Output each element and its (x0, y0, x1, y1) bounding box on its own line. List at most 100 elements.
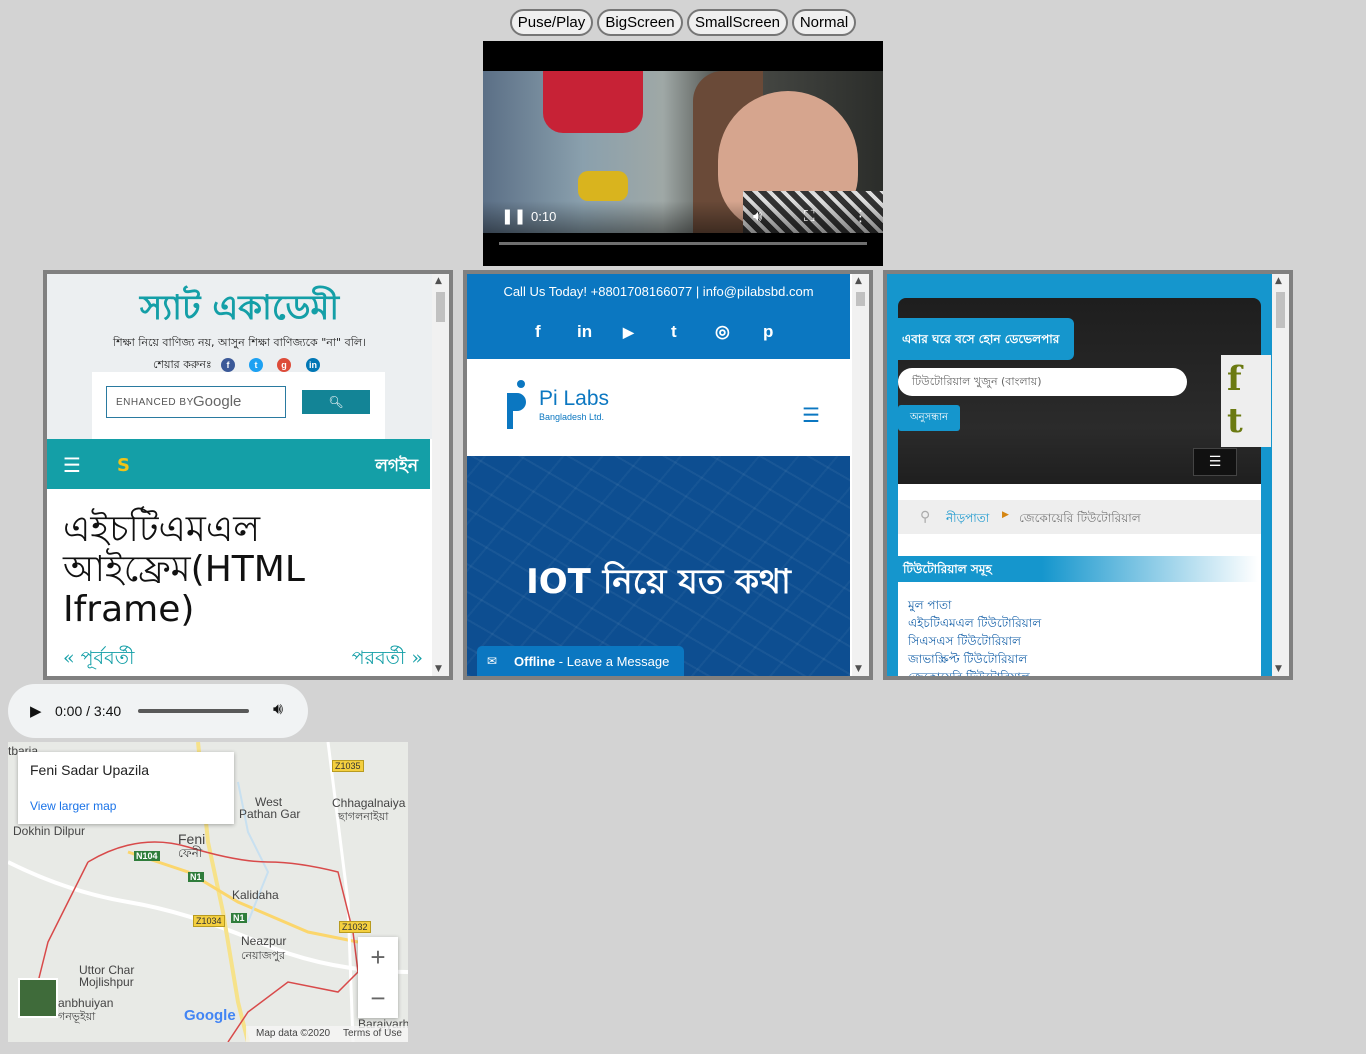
search-button[interactable]: 🔍︎ (302, 390, 370, 414)
iframe-tutorial-site[interactable]: এবার ঘরে বসে হোন ডেভেলপার টিউটোরিয়াল খু… (883, 270, 1293, 680)
map-label: ফেনী (178, 846, 203, 860)
video-scene-pants (543, 71, 643, 133)
menu-icon[interactable]: ☰ (802, 403, 820, 427)
main-content: ⚲ নীড়পাতা ▶ জেকোয়েরি টিউটোরিয়াল টিউটো… (898, 484, 1261, 676)
road-shield: N104 (134, 851, 160, 861)
map-attribution: Map data ©2020 Terms of Use (246, 1026, 408, 1042)
site-title: স্যাট একাডেমী (139, 288, 340, 328)
menu-icon[interactable]: ☰ (63, 453, 81, 477)
site-logo-icon[interactable]: S (117, 455, 130, 476)
volume-icon[interactable]: 🔊︎ (273, 701, 283, 719)
tutorial-link[interactable]: জাভাস্ক্রিপ্ট টিউটোরিয়াল (908, 650, 1041, 668)
brand-bar: Pi Labs Bangladesh Ltd. ☰ (467, 359, 850, 456)
instagram-icon[interactable]: ◎ (715, 322, 730, 342)
google-map[interactable]: tbaria West Pathan Gar Chhagalnaiya ছাগল… (8, 742, 408, 1042)
scrollbar[interactable]: ▲ ▼ (1272, 274, 1289, 676)
google-label: Google (193, 393, 242, 410)
small-screen-button[interactable]: SmallScreen (687, 9, 788, 36)
prev-link[interactable]: « পূর্ববর্তী (63, 644, 134, 676)
twitter-icon[interactable]: t (1227, 401, 1243, 441)
linkedin-icon[interactable]: in (577, 322, 592, 342)
scroll-thumb[interactable] (436, 292, 445, 322)
audio-time: 0:00 / 3:40 (55, 703, 122, 719)
road-shield: Z1034 (193, 915, 225, 927)
pause-play-button[interactable]: Puse/Play (510, 9, 593, 36)
chevron-right-icon: ▶ (1002, 510, 1009, 520)
video-scene-shoe (578, 171, 628, 201)
pi-labs-logo-icon[interactable] (501, 379, 529, 431)
tutorial-link[interactable]: সিএসএস টিউটোরিয়াল (908, 632, 1041, 650)
audio-seek-bar[interactable] (138, 709, 249, 713)
facebook-icon[interactable]: f (221, 358, 235, 372)
iframe-sat-academy[interactable]: স্যাট একাডেমী শিক্ষা নিয়ে বাণিজ্য নয়, … (43, 270, 453, 680)
map-label: Kalidaha (232, 888, 279, 902)
pause-icon[interactable]: ❚❚ (501, 207, 526, 225)
mail-icon: ✉ (487, 654, 498, 668)
terms-link[interactable]: Terms of Use (343, 1028, 402, 1039)
place-name: Feni Sadar Upazila (30, 762, 150, 778)
scroll-thumb[interactable] (1276, 292, 1285, 328)
scroll-up-icon[interactable]: ▲ (1275, 276, 1282, 286)
more-options-icon[interactable]: ⋮ (853, 207, 868, 225)
zoom-in-button[interactable]: + (358, 937, 398, 977)
pinterest-icon[interactable]: p (763, 322, 773, 342)
contact-bar: Call Us Today! +8801708166077 | info@pil… (467, 274, 850, 359)
scroll-thumb[interactable] (856, 292, 865, 306)
search-enhanced-label: ENHANCED BY (116, 397, 194, 408)
facebook-icon[interactable]: f (1227, 359, 1242, 399)
scrollbar[interactable]: ▲ ▼ (852, 274, 869, 676)
site-navbar: ☰ S লগইন (47, 439, 430, 489)
youtube-icon[interactable]: ▶ (623, 324, 634, 341)
twitter-icon[interactable]: t (249, 358, 263, 372)
audio-player[interactable]: ▶ 0:00 / 3:40 🔊︎ (8, 684, 308, 738)
iframe-pi-labs[interactable]: Call Us Today! +8801708166077 | info@pil… (463, 270, 873, 680)
tutorial-link[interactable]: জেকোয়েরি টিউটোরিয়াল (908, 668, 1041, 676)
map-label: Dokhin Dilpur (13, 824, 86, 838)
brand-name: Pi Labs (539, 387, 610, 410)
brand-subtitle: Bangladesh Ltd. (539, 412, 605, 422)
search-input[interactable]: ENHANCED BY Google (106, 386, 286, 418)
tutorial-link[interactable]: মুল পাতা (908, 596, 1041, 614)
hero-title: IOT নিয়ে যত কথা (526, 562, 791, 602)
google-plus-icon[interactable]: g (277, 358, 291, 372)
map-label: নেয়াজপুর (241, 950, 286, 962)
tutorial-link[interactable]: এইচটিএমএল টিউটোরিয়াল (908, 614, 1041, 632)
map-data-label: Map data ©2020 (256, 1028, 331, 1039)
search-button[interactable]: অনুসন্ধান (898, 405, 960, 431)
fullscreen-icon[interactable]: ⛶ (804, 207, 815, 225)
offline-chat-button[interactable]: ✉ Offline - Leave a Message (477, 646, 684, 676)
search-icon: 🔍︎ (328, 395, 344, 409)
scrollbar[interactable]: ▲ ▼ (432, 274, 449, 676)
scroll-up-icon[interactable]: ▲ (855, 276, 862, 286)
scroll-down-icon[interactable]: ▼ (435, 664, 442, 674)
play-icon[interactable]: ▶ (30, 702, 42, 720)
map-label: Neazpur (241, 934, 287, 948)
contact-info: Call Us Today! +8801708166077 | info@pil… (503, 284, 814, 299)
video-progress-bar[interactable] (499, 242, 867, 245)
satellite-toggle[interactable] (18, 978, 58, 1018)
map-label: ছাগলনাইয়া (338, 811, 389, 823)
scroll-down-icon[interactable]: ▼ (855, 664, 862, 674)
menu-icon[interactable]: ☰ (1193, 448, 1237, 476)
login-link[interactable]: লগইন (375, 453, 418, 481)
video-player[interactable]: ❚❚ 0:10 🔊︎ ⛶ ⋮ (483, 41, 883, 266)
next-link[interactable]: পরবর্তী » (352, 644, 423, 676)
zoom-out-button[interactable]: − (358, 978, 398, 1018)
twitter-icon[interactable]: t (671, 322, 677, 342)
view-larger-map-link[interactable]: View larger map (30, 799, 116, 813)
hero-banner: IOT নিয়ে যত কথা ✉ Offline - Leave a Mes… (467, 456, 850, 676)
scroll-up-icon[interactable]: ▲ (435, 276, 442, 286)
leave-message-label: - Leave a Message (555, 654, 670, 669)
map-label: Pathan Gar (239, 807, 301, 821)
linkedin-icon[interactable]: in (306, 358, 320, 372)
scroll-down-icon[interactable]: ▼ (1275, 664, 1282, 674)
section-title: টিউটোরিয়াল সমূহ (898, 556, 1258, 582)
facebook-icon[interactable]: f (535, 322, 541, 342)
big-screen-button[interactable]: BigScreen (597, 9, 683, 36)
tutorial-search-input[interactable]: টিউটোরিয়াল খুজুন (বাংলায়) (898, 368, 1187, 396)
map-label: Mojlishpur (79, 975, 134, 989)
breadcrumb-home[interactable]: নীড়পাতা (946, 510, 989, 530)
page-heading: এইচটিএমএল আইফ্রেম(HTML Iframe) (63, 509, 305, 630)
normal-button[interactable]: Normal (792, 9, 856, 36)
volume-icon[interactable]: 🔊︎ (753, 207, 762, 225)
